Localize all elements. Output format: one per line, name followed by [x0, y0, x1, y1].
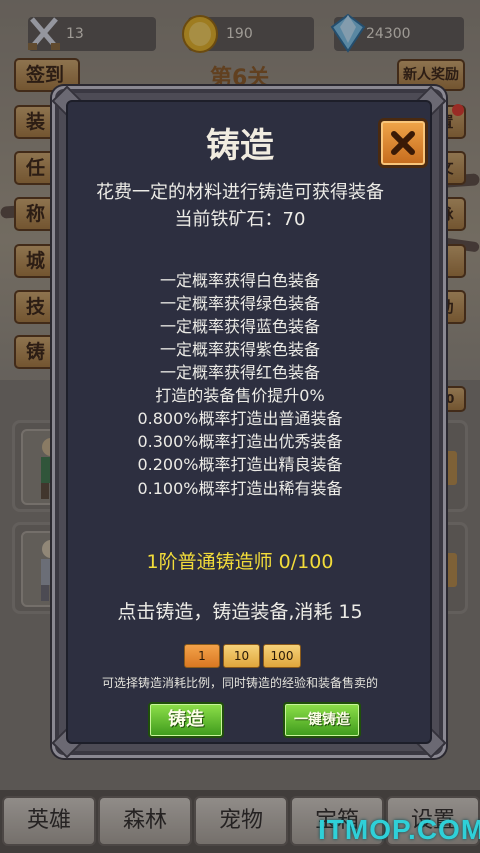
- ratio-option-1[interactable]: 1: [184, 644, 220, 668]
- watermark: ITMOP.COM: [318, 814, 480, 845]
- forge-button[interactable]: 铸造: [148, 702, 224, 738]
- probability-line: 0.300%概率打造出优秀装备: [137, 432, 343, 451]
- probability-line: 一定概率获得蓝色装备: [159, 317, 320, 336]
- forge-all-button[interactable]: 一键铸造: [283, 702, 361, 738]
- ratio-option-100[interactable]: 100: [263, 644, 301, 668]
- forge-cost: 点击铸造，铸造装备,消耗 15: [117, 601, 363, 623]
- smith-rank: 1阶普通铸造师 0/100: [146, 551, 334, 573]
- probability-line: 一定概率获得白色装备: [159, 271, 320, 290]
- probability-line: 一定概率获得绿色装备: [159, 294, 320, 313]
- probability-line: 0.100%概率打造出稀有装备: [137, 479, 343, 498]
- probability-line: 一定概率获得紫色装备: [159, 340, 320, 359]
- forge-description: 花费一定的材料进行铸造可获得装备: [96, 182, 384, 203]
- close-button[interactable]: [378, 118, 428, 168]
- probability-line: 0.800%概率打造出普通装备: [137, 409, 343, 428]
- probability-line: 打造的装备售价提升0%: [155, 386, 325, 405]
- probability-line: 一定概率获得红色装备: [159, 363, 320, 382]
- probability-line: 0.200%概率打造出精良装备: [137, 455, 343, 474]
- ratio-hint: 可选择铸造消耗比例，同时铸造的经验和装备售卖的: [101, 676, 378, 690]
- ratio-option-10[interactable]: 10: [223, 644, 260, 668]
- iron-ore-count: 当前铁矿石：70: [174, 209, 306, 230]
- close-icon: [391, 131, 415, 155]
